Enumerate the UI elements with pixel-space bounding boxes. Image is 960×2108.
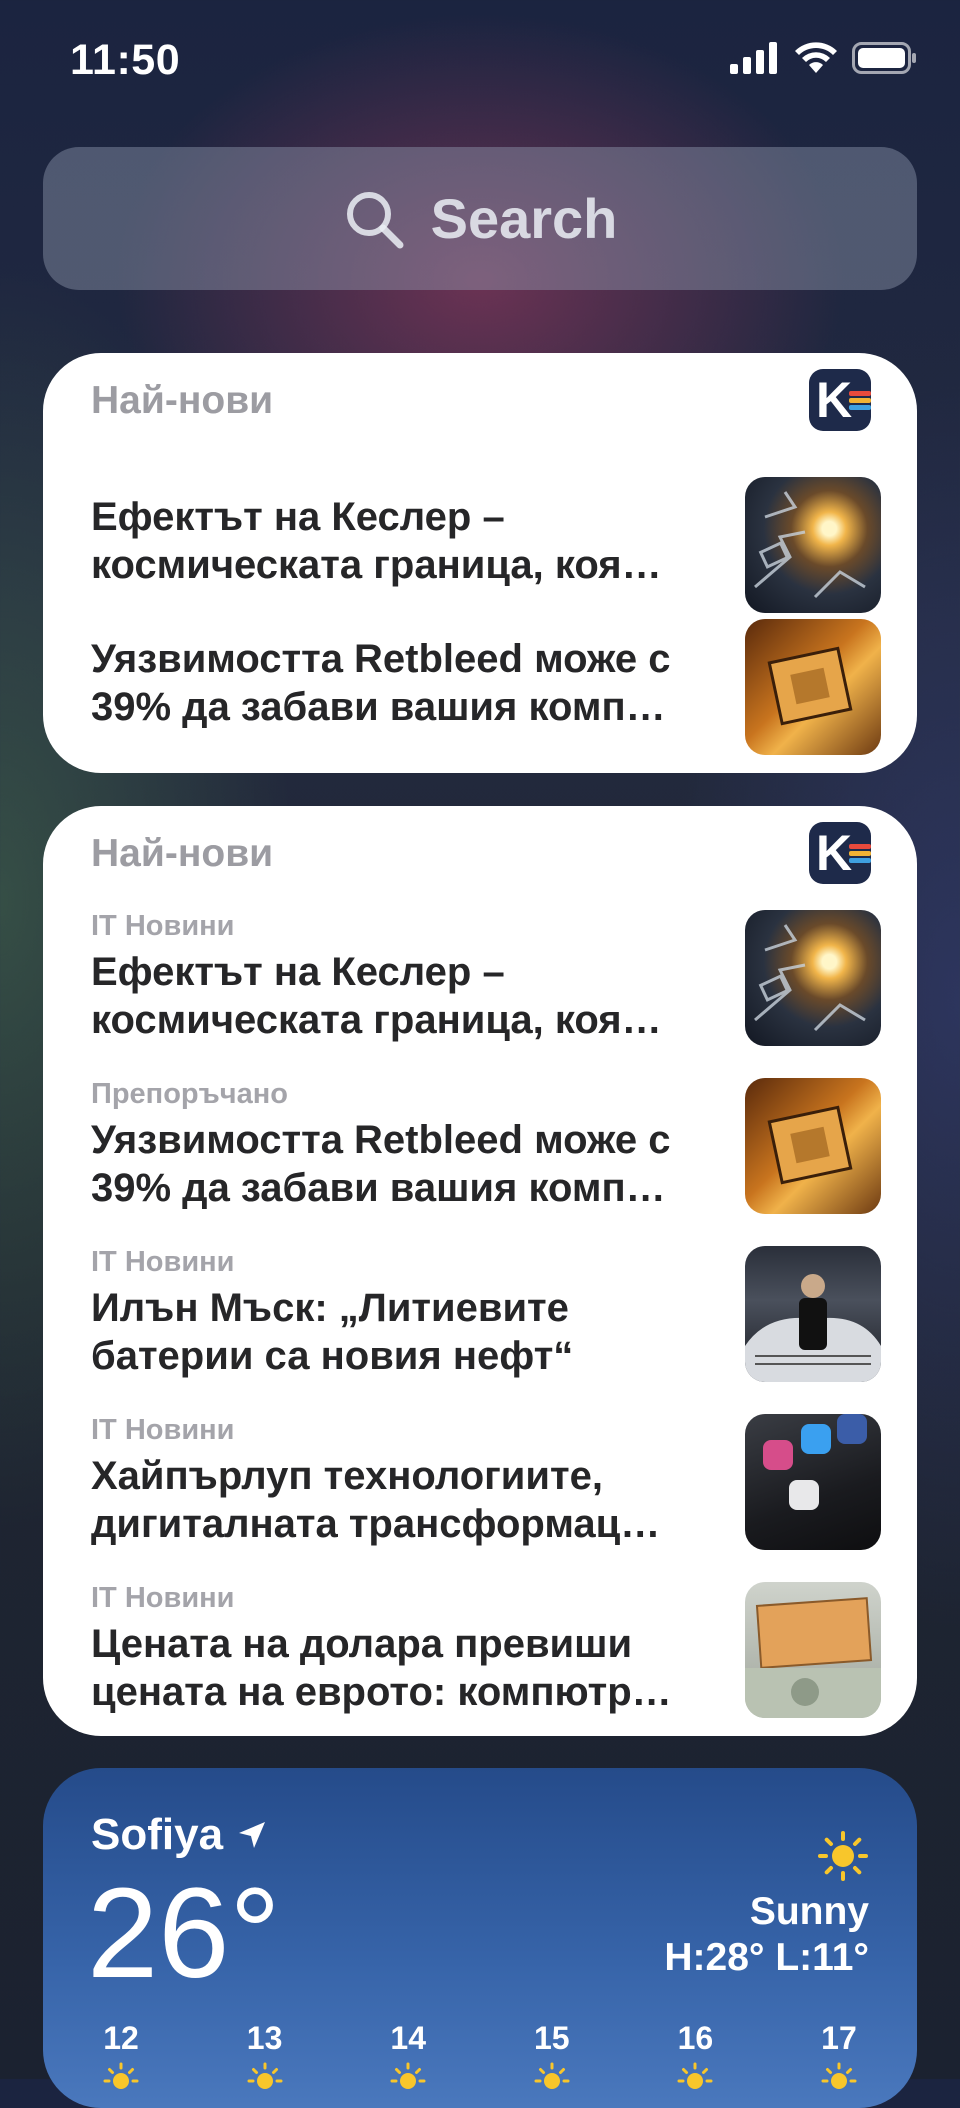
news-story[interactable]: Препоръчано Уязвимостта Retbleed може с … [91, 1078, 881, 1214]
story-headline: Уязвимостта Retbleed може с 39% да забав… [91, 1118, 671, 1210]
forecast-hour: 15 [522, 2020, 582, 2101]
sun-icon [103, 2062, 139, 2089]
story-headline: Уязвимостта Retbleed може с 39% да забав… [91, 637, 671, 729]
story-category: IT Новини [91, 1414, 235, 1446]
hourly-forecast: 12 13 14 15 16 17 [91, 2020, 869, 2101]
forecast-hour: 16 [665, 2020, 725, 2101]
high-low-temperature: H:28° L:11° [664, 1936, 869, 1979]
cellular-signal-icon [730, 42, 777, 74]
battery-icon [852, 42, 916, 74]
news-widget-small[interactable]: Най-нови K Ефектът на Кеслер – космическ… [43, 353, 917, 773]
news-widget-large[interactable]: Най-нови K IT Новини Ефектът на Кеслер –… [43, 806, 917, 1736]
story-category: IT Новини [91, 910, 235, 942]
forecast-hour: 14 [378, 2020, 438, 2101]
location-arrow-icon [239, 1822, 266, 1848]
news-story[interactable]: IT Новини Ефектът на Кеслер – космическа… [91, 910, 881, 1046]
cpu-chip-image [745, 1078, 881, 1214]
current-temperature: 26° [87, 1862, 281, 2005]
banknotes-image [745, 1582, 881, 1718]
story-category: IT Новини [91, 1246, 235, 1278]
cpu-chip-image [745, 619, 881, 755]
status-icons [730, 42, 918, 74]
space-debris-image [745, 910, 881, 1046]
story-category: Препоръчано [91, 1078, 288, 1110]
sun-icon [247, 2062, 283, 2089]
widget-title: Най-нови [91, 379, 274, 422]
sun-icon [818, 1831, 868, 1881]
forecast-hour: 13 [235, 2020, 295, 2101]
search-icon [346, 191, 404, 248]
sun-icon [534, 2062, 570, 2089]
sun-icon [821, 2062, 857, 2089]
sun-icon [390, 2062, 426, 2089]
news-story[interactable]: IT Новини Хайпърлуп технологиите, дигита… [91, 1414, 881, 1550]
kaldata-logo-icon: K [809, 822, 871, 884]
news-story[interactable]: IT Новини Илън Мъск: „Литиевите батерии … [91, 1246, 881, 1382]
story-headline: Ефектът на Кеслер – космическата граница… [91, 950, 662, 1042]
weather-condition: Sunny [749, 1890, 869, 1933]
search-placeholder: Search [430, 187, 618, 250]
widget-title: Най-нови [91, 832, 274, 875]
news-story[interactable]: IT Новини Цената на долара превиши ценат… [91, 1582, 881, 1718]
presenter-car-image [745, 1246, 881, 1382]
news-story[interactable]: Ефектът на Кеслер – космическата граница… [91, 477, 881, 613]
space-debris-image [745, 477, 881, 613]
sun-icon [677, 2062, 713, 2089]
search-field[interactable]: Search [43, 147, 917, 290]
news-story[interactable]: Уязвимостта Retbleed може с 39% да забав… [91, 619, 881, 755]
wifi-icon [795, 42, 837, 73]
city-name: Sofiya [91, 1810, 224, 1859]
forecast-hour: 17 [809, 2020, 869, 2101]
weather-widget[interactable]: Sofiya 26° Sunny H:28° L:11° 12 13 14 15… [43, 1768, 917, 2108]
forecast-hour: 12 [91, 2020, 151, 2101]
kaldata-logo-icon: K [809, 369, 871, 431]
story-headline: Ефектът на Кеслер – космическата граница… [91, 495, 662, 587]
story-headline: Цената на долара превиши цената на еврот… [91, 1622, 672, 1714]
story-headline: Илън Мъск: „Литиевите батерии са новия н… [91, 1286, 574, 1378]
story-category: IT Новини [91, 1582, 235, 1614]
weather-location: Sofiya [91, 1810, 267, 1860]
story-headline: Хайпърлуп технологиите, дигиталната тран… [91, 1454, 661, 1546]
status-time: 11:50 [70, 36, 181, 84]
social-apps-phone-image [745, 1414, 881, 1550]
